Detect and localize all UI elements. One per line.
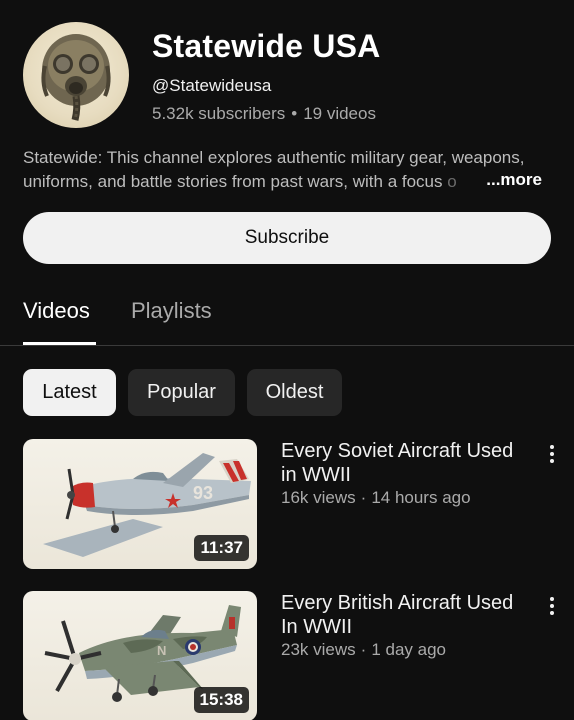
video-count: 19 videos [303,104,376,123]
description-fade-text: o [447,172,457,191]
chip-popular[interactable]: Popular [128,369,235,416]
chip-latest[interactable]: Latest [23,369,116,416]
channel-avatar[interactable] [23,22,129,128]
svg-text:N: N [157,643,166,658]
gas-mask-icon [41,34,111,121]
active-tab-indicator [23,342,96,345]
video-views: 16k views [281,488,356,507]
channel-tabs: Videos Playlists [0,290,574,346]
video-thumbnail[interactable]: N 15:38 [23,591,257,720]
video-meta: 23k views · 1 day ago [281,640,446,660]
channel-handle: @Statewideusa [152,76,272,95]
channel-stats: 5.32k subscribers • 19 videos [152,104,376,124]
video-thumbnail[interactable]: 93 11:37 [23,439,257,569]
video-title[interactable]: Every Soviet Aircraft Used in WWII [281,439,531,487]
more-options-icon[interactable] [541,441,563,467]
video-title[interactable]: Every British Aircraft Used In WWII [281,591,531,639]
more-options-icon[interactable] [541,593,563,619]
description-line-2: uniforms, and battle stories from past w… [23,170,553,194]
subscribe-button[interactable]: Subscribe [23,212,551,264]
chip-oldest[interactable]: Oldest [247,369,342,416]
channel-description[interactable]: Statewide: This channel explores authent… [23,146,553,194]
meta-separator: · [360,488,367,507]
video-meta: 16k views · 14 hours ago [281,488,471,508]
tab-videos[interactable]: Videos [23,298,90,324]
description-line-1: Statewide: This channel explores authent… [23,148,525,167]
more-link[interactable]: ...more [480,170,542,190]
channel-name: Statewide USA [152,28,381,64]
description-line-2-text: uniforms, and battle stories from past w… [23,172,443,191]
video-age: 1 day ago [371,640,446,659]
subscriber-count: 5.32k subscribers [152,104,286,123]
video-views: 23k views [281,640,356,659]
svg-text:93: 93 [193,483,213,503]
video-item[interactable]: 93 11:37 Every Soviet Aircraft Used in W… [23,439,563,569]
video-duration: 11:37 [194,535,249,561]
tab-playlists[interactable]: Playlists [131,298,212,324]
meta-separator: · [360,640,367,659]
video-item[interactable]: N 15:38 Every British Aircraft Used In W… [23,591,563,720]
stats-separator: • [291,104,298,123]
channel-page: Statewide USA @Statewideusa 5.32k subscr… [0,0,574,720]
video-age: 14 hours ago [371,488,471,507]
video-duration: 15:38 [193,687,249,713]
